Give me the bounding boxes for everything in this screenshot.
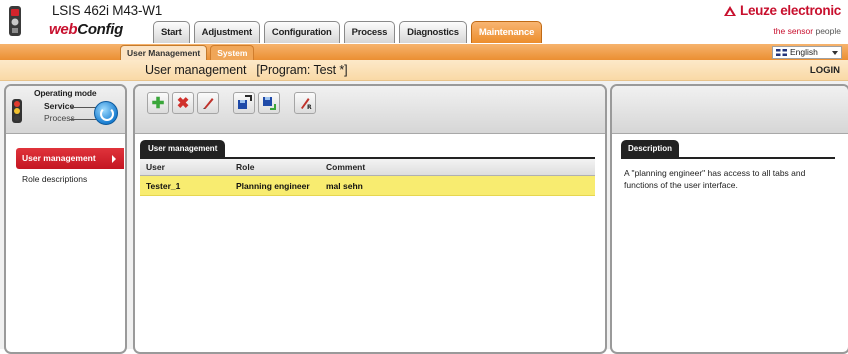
add-user-button[interactable]: ✚	[147, 92, 169, 114]
operating-mode-label: Operating mode	[34, 88, 97, 98]
column-header-role[interactable]: Role	[236, 159, 326, 175]
delete-icon: ✖	[176, 94, 190, 112]
tab-start[interactable]: Start	[153, 21, 190, 43]
subtab-system[interactable]: System	[210, 45, 255, 60]
leuze-triangle-icon	[724, 6, 736, 16]
mode-switch-button[interactable]	[94, 101, 118, 125]
cell-user: Tester_1	[146, 181, 181, 191]
column-header-comment[interactable]: Comment	[326, 159, 595, 175]
nav-item-role-descriptions[interactable]: Role descriptions	[16, 169, 124, 190]
nav-item-label: User management	[22, 153, 96, 163]
subtab-user-management[interactable]: User Management	[120, 45, 208, 60]
nav-list: User management Role descriptions	[16, 148, 124, 190]
tagline-red: the sensor	[773, 26, 814, 36]
brand-logo: Leuze electronic	[724, 3, 841, 18]
traffic-light-icon	[12, 99, 22, 123]
description-head-area	[612, 86, 848, 134]
program-name: [Program: Test *]	[256, 63, 348, 77]
table-row[interactable]: Tester_1 Planning engineer mal sehn	[140, 176, 595, 196]
add-icon: ✚	[151, 94, 165, 112]
tab-configuration[interactable]: Configuration	[263, 21, 340, 43]
import-icon	[238, 95, 252, 109]
operating-mode-area: Operating mode Service Process	[6, 86, 125, 134]
sub-tabs: User Management System	[120, 44, 255, 60]
page-title-text: User management	[145, 63, 247, 77]
toolbar: ✚ ✖ R	[147, 92, 316, 114]
column-header-user[interactable]: User	[140, 159, 236, 175]
logo-prefix: web	[49, 21, 78, 38]
chevron-down-icon	[832, 51, 838, 55]
user-table: User Role Comment Tester_1 Planning engi…	[140, 157, 595, 196]
mode-process-label: Process	[44, 113, 75, 123]
reset-button[interactable]: R	[294, 92, 316, 114]
logo-suffix: Config	[77, 21, 123, 38]
cell-comment: mal sehn	[326, 181, 363, 191]
toolbar-area: ✚ ✖ R	[135, 86, 605, 134]
login-link[interactable]: LOGIN	[810, 65, 840, 76]
chevron-right-icon	[112, 155, 116, 163]
description-panel	[610, 84, 848, 354]
table-header: User Role Comment	[140, 159, 595, 176]
language-select[interactable]: English	[772, 46, 842, 59]
export-button[interactable]	[258, 92, 280, 114]
description-text: A "planning engineer" has access to all …	[624, 168, 806, 190]
title-bar: User management [Program: Test *] LOGIN	[0, 60, 848, 81]
brand-tagline: the sensor people	[773, 26, 841, 36]
edit-icon	[203, 98, 214, 109]
main-tabs: Start Adjustment Configuration Process D…	[153, 21, 543, 43]
mode-process-line	[70, 119, 96, 120]
nav-item-user-management[interactable]: User management	[16, 148, 124, 169]
language-value: English	[790, 47, 818, 57]
tab-diagnostics[interactable]: Diagnostics	[399, 21, 467, 43]
cell-role: Planning engineer	[236, 181, 310, 191]
subtab-bar: User Management System English	[0, 44, 848, 60]
description-divider	[621, 157, 835, 159]
tab-process[interactable]: Process	[343, 21, 396, 43]
content-panel: ✚ ✖ R	[133, 84, 607, 354]
navigation-panel: Operating mode Service Process User mana…	[4, 84, 127, 354]
page-title: User management [Program: Test *]	[145, 63, 348, 77]
mode-service-label: Service	[44, 101, 75, 111]
uk-flag-icon	[776, 49, 787, 56]
edit-user-button[interactable]	[197, 92, 219, 114]
tab-maintenance[interactable]: Maintenance	[470, 21, 543, 43]
scanner-device-icon	[6, 5, 24, 39]
export-icon	[263, 97, 276, 110]
user-table-tab: User management	[140, 140, 226, 157]
tab-adjustment[interactable]: Adjustment	[193, 21, 260, 43]
tagline-gray: people	[813, 26, 841, 36]
import-button[interactable]	[233, 92, 255, 114]
webconfig-logo: webConfig	[49, 21, 123, 38]
brand-name: Leuze electronic	[740, 3, 841, 18]
svg-text:R: R	[307, 104, 312, 110]
description-tab: Description	[621, 140, 680, 157]
mode-service-line	[70, 107, 96, 108]
app-header: LSIS 462i M43-W1 webConfig Start Adjustm…	[0, 0, 848, 44]
device-name: LSIS 462i M43-W1	[52, 3, 163, 18]
reset-icon: R	[301, 98, 312, 110]
delete-user-button[interactable]: ✖	[172, 92, 194, 114]
nav-item-label: Role descriptions	[22, 174, 88, 184]
